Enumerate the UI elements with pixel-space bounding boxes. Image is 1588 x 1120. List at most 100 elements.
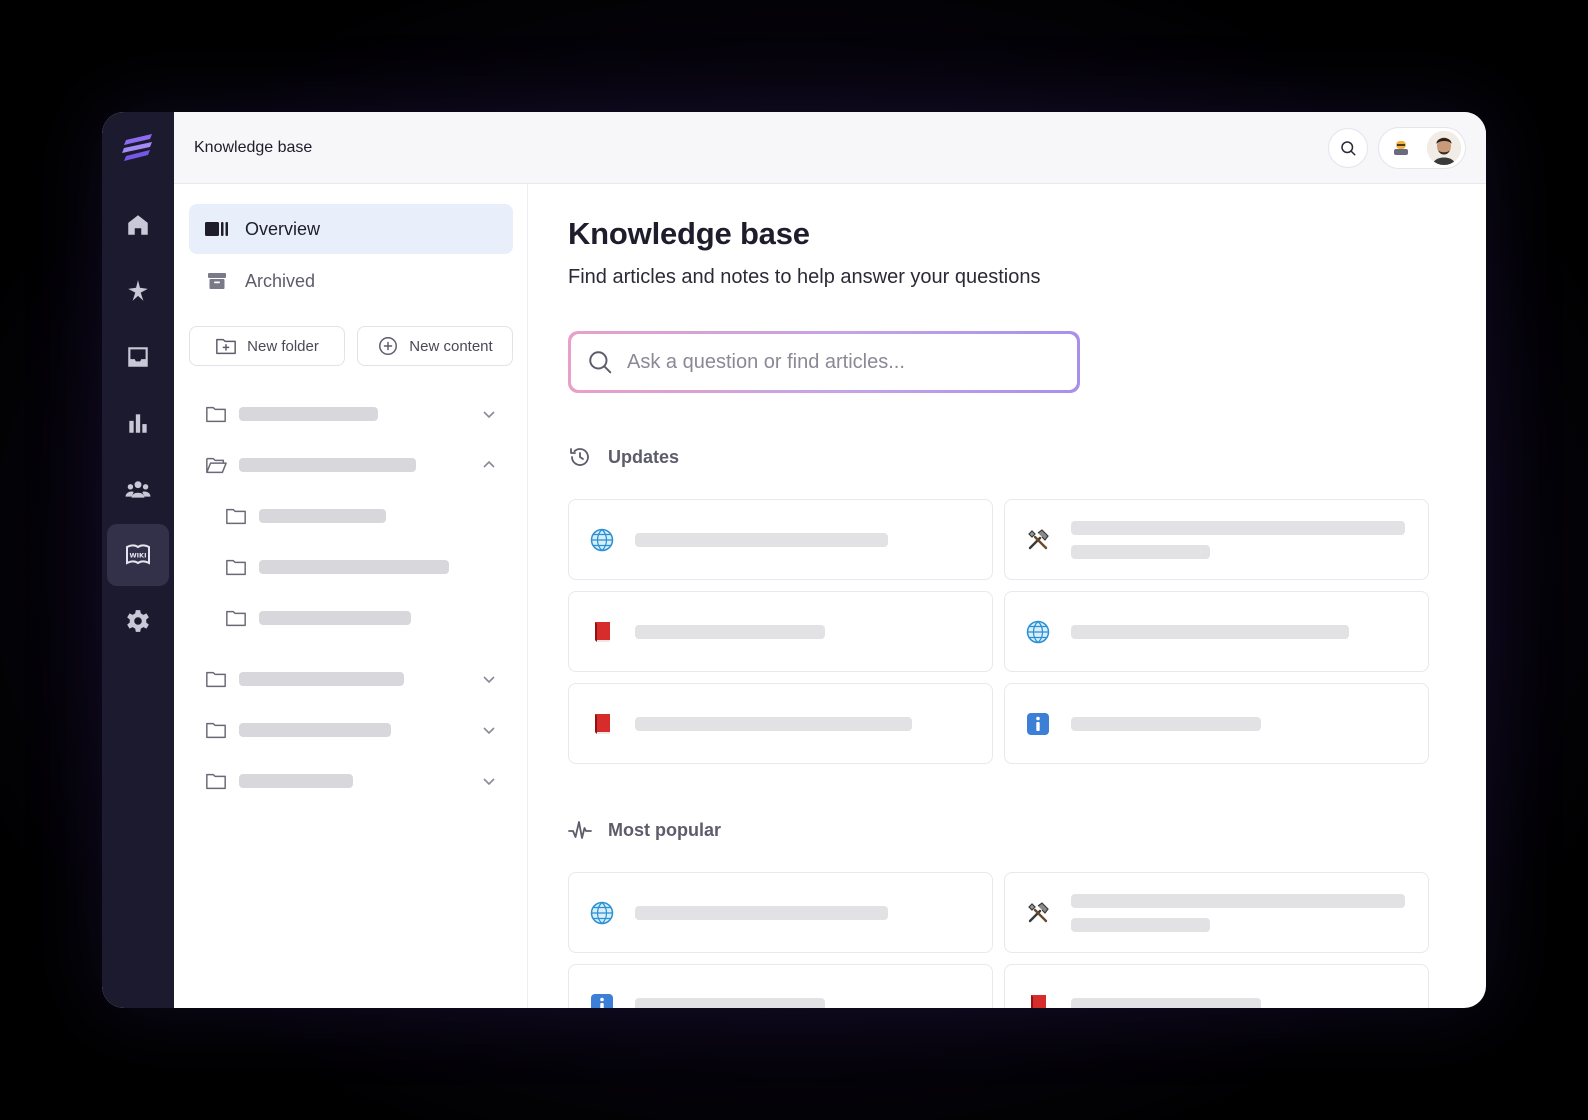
folder-row[interactable] (189, 704, 513, 755)
subfolder-row[interactable] (189, 592, 513, 643)
status-icon (1394, 140, 1408, 155)
folder-open-icon (206, 457, 227, 473)
book-icon (1025, 992, 1051, 1008)
folder-name-placeholder (259, 610, 411, 625)
popular-header: Most popular (568, 818, 1446, 842)
article-card[interactable] (1004, 872, 1429, 953)
chevron-down-icon[interactable] (481, 671, 497, 687)
article-card[interactable] (568, 872, 993, 953)
archive-icon (208, 273, 226, 289)
avatar-icon (1427, 130, 1461, 165)
app-window: WIKI Knowledge base Overview Archived Ne… (102, 112, 1486, 1008)
folder-name-placeholder (259, 508, 386, 523)
avatar (1427, 130, 1461, 165)
book-icon (589, 619, 615, 645)
folder-icon (206, 671, 226, 687)
article-card[interactable] (1004, 499, 1429, 580)
article-card[interactable] (568, 964, 993, 1008)
activity-icon (568, 821, 592, 839)
page-subtitle: Find articles and notes to help answer y… (568, 266, 1041, 288)
user-menu[interactable] (1378, 126, 1466, 169)
history-icon (570, 448, 589, 466)
folder-icon (226, 508, 246, 524)
backdrop: WIKI Knowledge base Overview Archived Ne… (0, 0, 1588, 1120)
rail-home[interactable] (107, 194, 169, 256)
globe-icon (589, 527, 615, 553)
rail-inbox[interactable] (107, 326, 169, 388)
search-input[interactable] (627, 350, 1061, 374)
sidebar-actions: New folder New content (189, 326, 513, 366)
folder-name-placeholder (239, 671, 404, 686)
kb-main: Knowledge base Find articles and notes t… (528, 184, 1486, 1008)
folder-icon (206, 406, 226, 422)
book-icon (589, 711, 615, 737)
updates-header: Updates (568, 445, 1446, 469)
new-folder-button[interactable]: New folder (189, 326, 345, 366)
updates-grid (568, 499, 1446, 764)
folder-icon (206, 773, 226, 789)
svg-text:WIKI: WIKI (129, 552, 146, 560)
global-search-button[interactable] (1328, 127, 1368, 168)
search-icon (589, 351, 612, 374)
globe-icon (1025, 619, 1051, 645)
rail-reports[interactable] (107, 392, 169, 454)
inbox-icon (128, 347, 148, 367)
folder-name-placeholder (239, 773, 353, 788)
folder-name-placeholder (259, 559, 449, 574)
search-box (568, 331, 1080, 393)
home-icon (128, 215, 148, 235)
popular-grid (568, 872, 1446, 1008)
chevron-up-icon[interactable] (481, 457, 497, 473)
folder-icon (226, 610, 246, 626)
breadcrumb: Knowledge base (194, 138, 313, 156)
rail-contacts[interactable] (107, 458, 169, 520)
globe-icon (589, 900, 615, 926)
new-folder-label: New folder (247, 337, 319, 355)
nav-overview-label: Overview (245, 218, 321, 239)
subfolder-row[interactable] (189, 541, 513, 592)
top-bar: Knowledge base (174, 112, 1486, 184)
article-card[interactable] (1004, 591, 1429, 672)
article-card[interactable] (568, 683, 993, 764)
folder-row[interactable] (189, 388, 513, 439)
logo-icon[interactable] (120, 130, 156, 166)
nav-archived[interactable]: Archived (189, 256, 513, 306)
folder-icon (206, 722, 226, 738)
folder-name-placeholder (239, 722, 391, 737)
content-body: Overview Archived New folder New content… (174, 184, 1486, 1008)
info-icon (589, 992, 615, 1008)
folder-row[interactable] (189, 755, 513, 806)
chart-icon (129, 414, 147, 433)
content-area: Knowledge base Overview Archived New fol… (174, 112, 1486, 1008)
article-card[interactable] (1004, 964, 1429, 1008)
kb-sidebar: Overview Archived New folder New content (174, 184, 528, 1008)
sparkle-icon (128, 280, 148, 301)
folder-row-open[interactable] (189, 439, 513, 490)
article-card[interactable] (568, 591, 993, 672)
plus-circle-icon (379, 337, 398, 355)
tools-icon (1025, 527, 1051, 553)
new-content-button[interactable]: New content (357, 326, 513, 366)
page-title: Knowledge base (568, 216, 810, 251)
chevron-down-icon[interactable] (481, 773, 497, 789)
rail-wiki[interactable]: WIKI (107, 524, 169, 586)
updates-heading: Updates (608, 446, 680, 467)
search-icon (1341, 140, 1356, 155)
folder-name-placeholder (239, 406, 378, 421)
team-icon (125, 481, 151, 498)
nav-overview[interactable]: Overview (189, 204, 513, 254)
article-card[interactable] (1004, 683, 1429, 764)
subfolder-row[interactable] (189, 490, 513, 541)
rail-ai[interactable] (107, 260, 169, 322)
chevron-down-icon[interactable] (481, 406, 497, 422)
folder-row[interactable] (189, 653, 513, 704)
gear-icon (127, 610, 149, 632)
article-card[interactable] (568, 499, 993, 580)
search-field (571, 334, 1077, 390)
folder-name-placeholder (239, 457, 416, 472)
folder-icon (226, 559, 246, 575)
rail-settings[interactable] (107, 590, 169, 652)
tools-icon (1025, 900, 1051, 926)
wiki-icon: WIKI (126, 544, 150, 565)
chevron-down-icon[interactable] (481, 722, 497, 738)
